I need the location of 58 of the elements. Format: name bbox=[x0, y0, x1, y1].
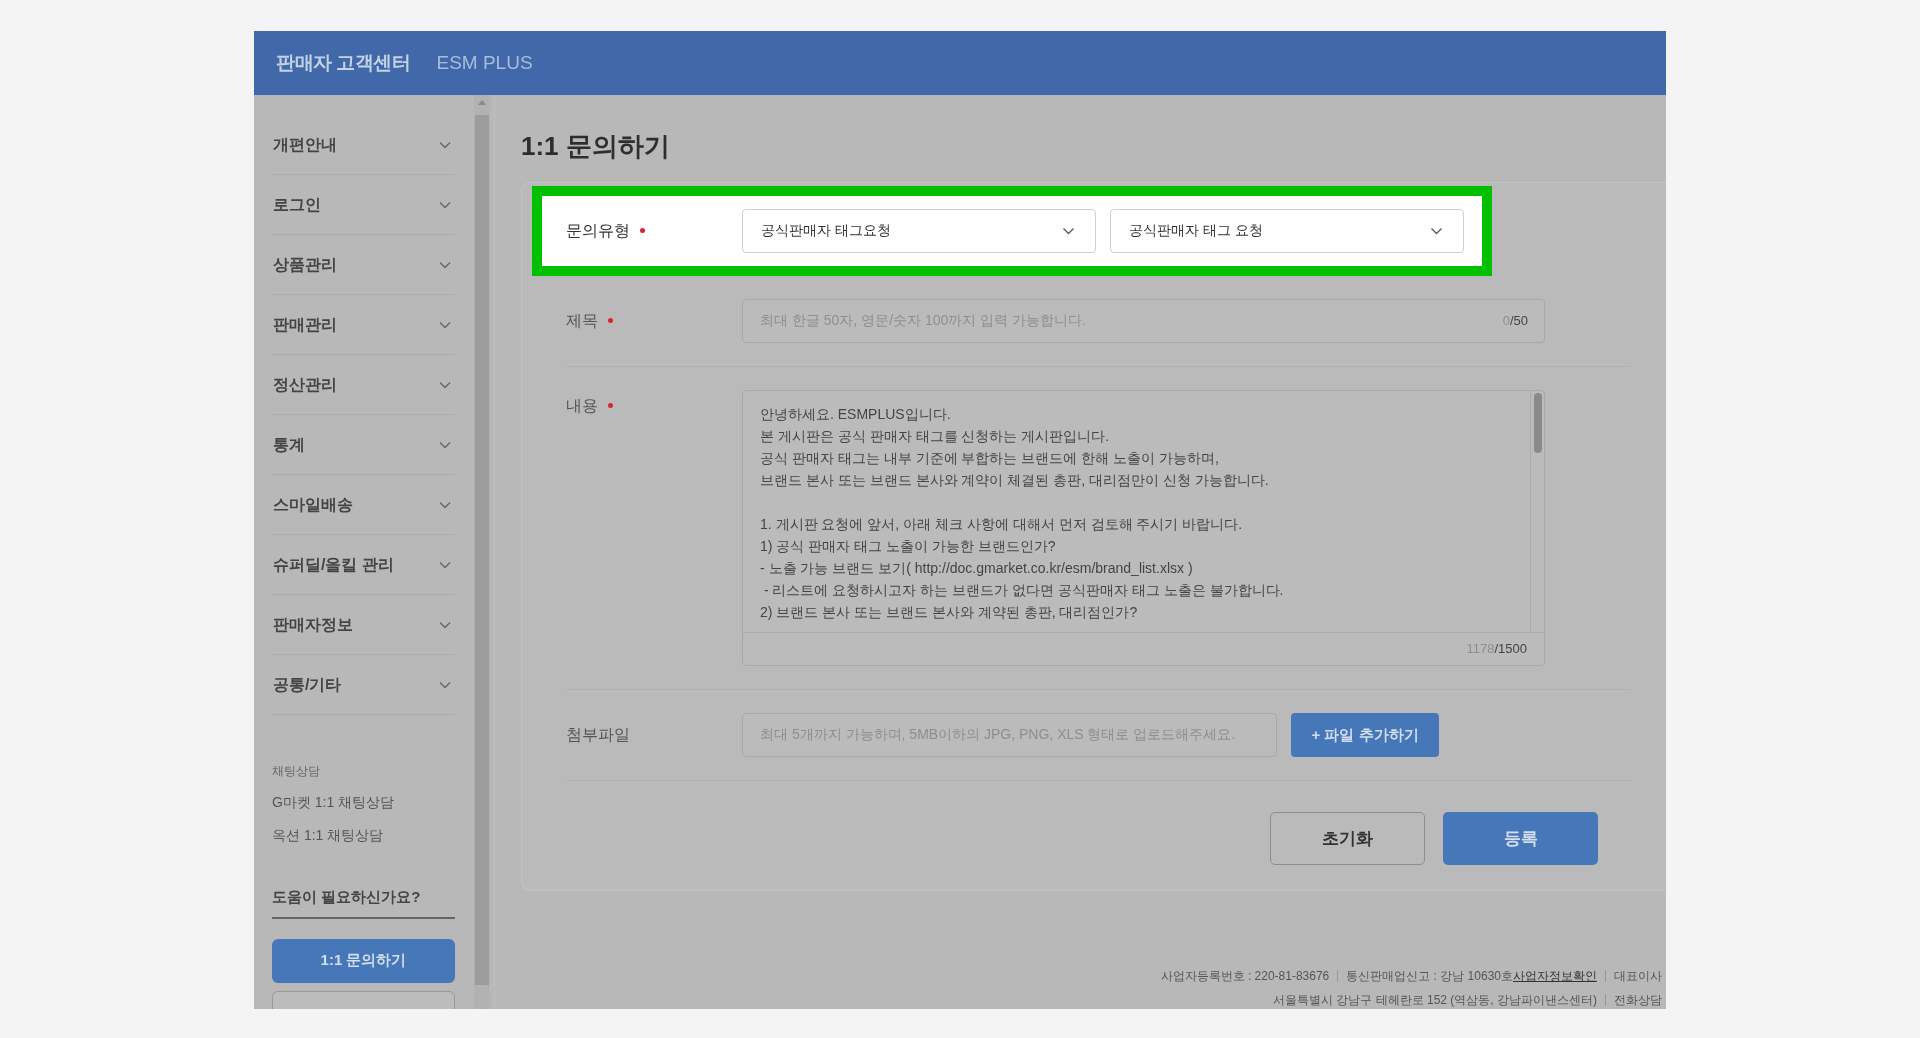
chevron-icon bbox=[439, 500, 451, 509]
text-line: - 리스트에 요청하시고자 하는 브랜드가 없다면 공식판매자 태그 노출은 불가합니다. bbox=[762, 580, 1284, 600]
text-line: 안녕하세요. ESMPLUS입니다. bbox=[760, 404, 951, 424]
character-counter: 0/50 bbox=[1502, 312, 1528, 331]
chevron-icon bbox=[439, 680, 451, 689]
footer-text: 사업자등록번호 : 220-81-83676 bbox=[1160, 968, 1330, 985]
scrollbar[interactable] bbox=[1530, 390, 1544, 632]
chevron-icon bbox=[439, 380, 451, 389]
text-line: 1) 공식 판매자 태그 노출이 가능한 브랜드인가? bbox=[760, 536, 1056, 556]
sidebar-item[interactable]: 슈퍼딜/올킬 관리 bbox=[272, 535, 455, 595]
sidebar-item[interactable]: 개편안내 bbox=[272, 115, 455, 175]
chevron-icon bbox=[439, 200, 451, 209]
footer-text: 통신판매업신고 : 강남 10630호 bbox=[1346, 968, 1513, 985]
help-heading: 도움이 필요하신가요? bbox=[272, 886, 455, 919]
sidebar-item[interactable]: 정산관리 bbox=[272, 355, 455, 415]
footer-link[interactable]: 사업자정보확인 bbox=[1513, 967, 1597, 985]
scrollbar[interactable] bbox=[474, 95, 490, 1009]
section-label: 채팅상담 bbox=[272, 763, 321, 780]
chevron-icon bbox=[439, 140, 451, 149]
chevron-icon bbox=[439, 620, 451, 629]
chevron-icon bbox=[439, 320, 451, 329]
add-file-button[interactable]: + 파일 추가하기 bbox=[1291, 712, 1439, 757]
text-line: 1. 게시판 요청에 앞서, 아래 체크 사항에 대해서 먼저 검토해 주시기 바랍니다. bbox=[760, 514, 1243, 534]
sidebar-item[interactable]: 스마일배송 bbox=[272, 475, 455, 535]
footer-text: 대표이사 bbox=[1614, 968, 1662, 985]
reset-button[interactable]: 초기화 bbox=[1270, 811, 1425, 865]
sidebar-item[interactable]: 통계 bbox=[272, 415, 455, 475]
chat-link[interactable]: G마켓 1:1 채팅상담 bbox=[272, 792, 395, 813]
chevron-icon bbox=[439, 260, 451, 269]
brand-name: ESM PLUS bbox=[436, 50, 533, 75]
field-label: 제목 bbox=[566, 310, 598, 331]
chevron-icon bbox=[439, 560, 451, 569]
text-line: 공식 판매자 태그는 내부 기준에 부합하는 브랜드에 한해 노출이 가능하며, bbox=[760, 448, 1219, 468]
sidebar-item[interactable]: 공통/기타 bbox=[272, 655, 455, 715]
sidebar-item[interactable]: 로그인 bbox=[272, 175, 455, 235]
field-label: 문의유형 bbox=[566, 220, 630, 241]
site-title: 판매자 고객센터 bbox=[276, 50, 411, 75]
text-line: - 노출 가능 브랜드 보기( http://doc.gmarket.co.kr/esm/brand_list.xlsx ) bbox=[760, 558, 1193, 578]
chevron-icon bbox=[439, 440, 451, 449]
sidebar-item[interactable]: 판매관리 bbox=[272, 295, 455, 355]
field-label: 첨부파일 bbox=[566, 724, 630, 745]
chevron-icon bbox=[1430, 226, 1443, 235]
text-line: 브랜드 본사 또는 브랜드 본사와 계약이 체결된 총판, 대리점만이 신청 가능합니다. bbox=[760, 470, 1269, 490]
select-dropdown[interactable]: 공식판매자 태그요청 bbox=[742, 208, 1096, 253]
sidebar-button[interactable]: 1:1 문의하기 bbox=[272, 938, 455, 983]
chevron-icon bbox=[1062, 226, 1075, 235]
submit-button[interactable]: 등록 bbox=[1443, 811, 1598, 865]
content-textarea[interactable] bbox=[742, 389, 1545, 666]
select-dropdown[interactable]: 공식판매자 태그 요청 bbox=[1110, 208, 1464, 253]
text-line: 본 게시판은 공식 판매자 태그를 신청하는 게시판입니다. bbox=[760, 426, 1110, 446]
chat-link[interactable]: 옥션 1:1 채팅상담 bbox=[272, 825, 384, 846]
sidebar-item[interactable]: 상품관리 bbox=[272, 235, 455, 295]
footer-text: 전화상담 bbox=[1614, 992, 1662, 1009]
sidebar-item[interactable]: 판매자정보 bbox=[272, 595, 455, 655]
page-title: 1:1 문의하기 bbox=[521, 130, 671, 163]
text-line: 2) 브랜드 본사 또는 브랜드 본사와 계약된 총판, 대리점인가? bbox=[760, 602, 1138, 622]
field-label: 내용 bbox=[566, 395, 598, 416]
footer-text: 서울특별시 강남구 테헤란로 152 (역삼동, 강남파이낸스센터) bbox=[1272, 992, 1597, 1009]
